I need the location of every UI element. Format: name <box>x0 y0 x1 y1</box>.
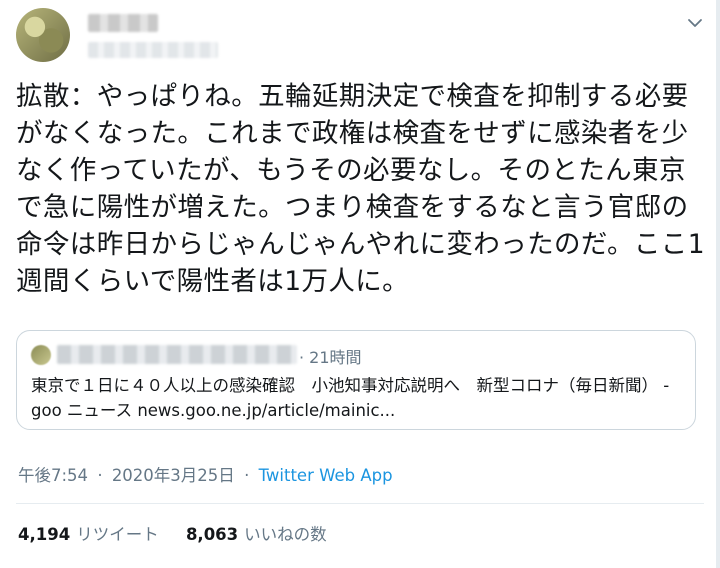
tweet-stats: 4,194 リツイート 8,063 いいねの数 <box>18 521 327 545</box>
like-label: いいねの数 <box>244 525 327 544</box>
meta-separator: · <box>97 466 103 485</box>
quoted-tweet-text: 東京で１日に４０人以上の感染確認 小池知事対応説明へ 新型コロナ（毎日新聞） -… <box>31 376 670 420</box>
retweet-count: 4,194 <box>18 525 71 544</box>
tweet-date[interactable]: 2020年3月25日 <box>112 466 235 485</box>
quoted-author-avatar <box>31 345 51 365</box>
meta-separator: · <box>244 466 250 485</box>
chevron-down-icon[interactable] <box>686 14 704 32</box>
retweet-count-link[interactable]: 4,194 リツイート <box>18 521 159 545</box>
quoted-tweet-time: · 21時間 <box>299 348 362 367</box>
tweet-meta: 午後7:54 · 2020年3月25日 · Twitter Web App <box>18 462 393 486</box>
source-app-link[interactable]: Twitter Web App <box>259 466 393 485</box>
quoted-author-name-blurred <box>57 345 297 364</box>
author-handle-blurred[interactable] <box>88 42 218 58</box>
retweet-label: リツイート <box>76 525 159 544</box>
like-count-link[interactable]: 8,063 いいねの数 <box>186 521 327 545</box>
tweet-time[interactable]: 午後7:54 <box>18 466 88 485</box>
author-avatar[interactable] <box>16 8 70 62</box>
quoted-tweet-card[interactable]: · 21時間 東京で１日に４０人以上の感染確認 小池知事対応説明へ 新型コロナ（… <box>16 330 696 430</box>
chevron-down-icon-svg <box>688 19 702 27</box>
scrollbar-edge <box>716 0 720 568</box>
divider <box>16 503 704 504</box>
author-name-blurred[interactable] <box>88 14 158 32</box>
tweet-text: 拡散：やっぱりね。五輪延期決定で検査を抑制する必要がなくなった。これまで政権は検… <box>16 81 705 297</box>
like-count: 8,063 <box>185 525 239 544</box>
